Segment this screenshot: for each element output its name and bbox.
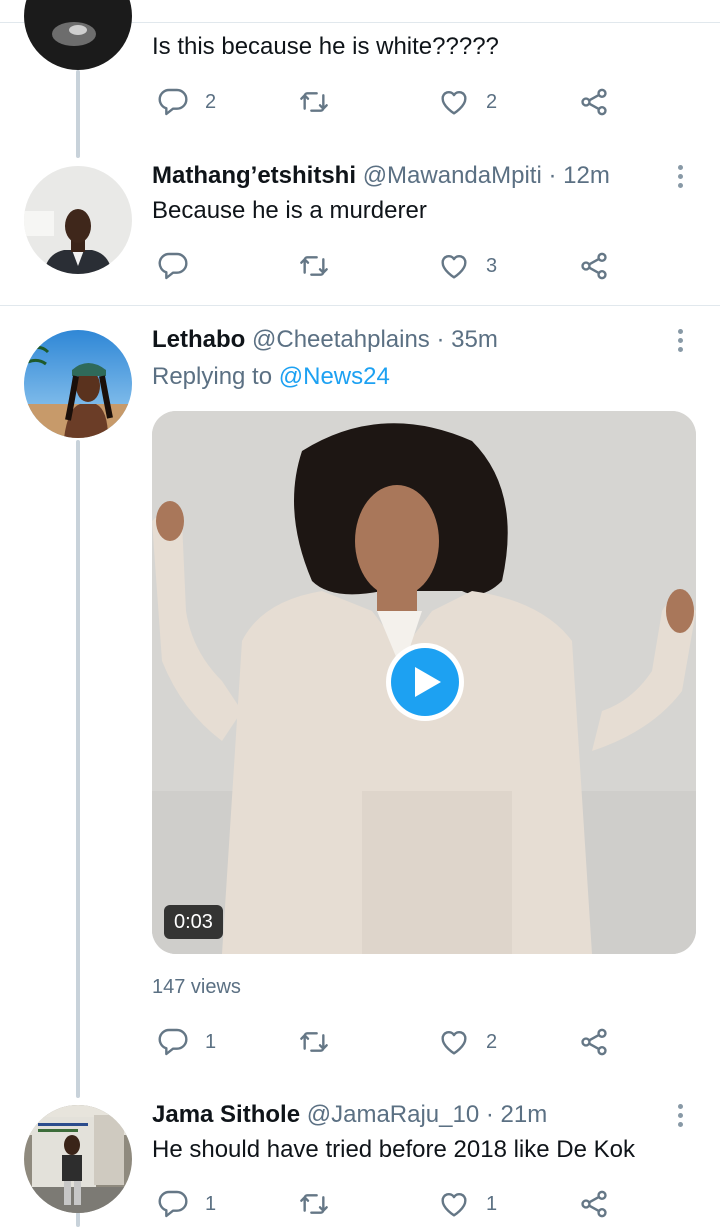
more-options-icon[interactable]: [668, 1100, 692, 1130]
retweet-button[interactable]: [298, 1186, 346, 1222]
retweet-button[interactable]: [298, 84, 346, 120]
more-options-icon[interactable]: [668, 325, 692, 355]
share-icon: [581, 1028, 607, 1056]
reply-button[interactable]: 2: [157, 84, 216, 120]
reply-count: 1: [205, 1193, 217, 1215]
timestamp[interactable]: 12m: [563, 162, 610, 189]
like-button[interactable]: 1: [438, 1186, 497, 1222]
reply-count: 1: [205, 1031, 217, 1053]
share-button[interactable]: [578, 1024, 610, 1060]
tweet-text: Because he is a murderer: [152, 197, 427, 224]
like-icon: [441, 254, 467, 279]
user-name[interactable]: Jama Sithole: [152, 1101, 300, 1128]
tweet-header: Mathang’etshitshi @MawandaMpiti · 12m: [152, 161, 610, 191]
reply-icon: [158, 1028, 188, 1056]
user-name[interactable]: Lethabo: [152, 326, 245, 353]
separator: ·: [548, 162, 557, 189]
retweet-button[interactable]: [298, 248, 346, 284]
like-count: 1: [486, 1193, 498, 1215]
reply-button[interactable]: 1: [157, 1024, 216, 1060]
replying-to-link[interactable]: @News24: [279, 363, 390, 390]
more-options-icon[interactable]: [668, 161, 692, 191]
retweet-icon: [300, 1194, 328, 1214]
user-handle[interactable]: @JamaRaju_10: [307, 1101, 479, 1128]
replying-to: Replying to @News24: [152, 362, 390, 392]
user-handle[interactable]: @MawandaMpiti: [363, 162, 542, 189]
share-icon: [581, 252, 607, 280]
share-button[interactable]: [578, 248, 610, 284]
tweet-divider: [0, 305, 720, 306]
thread-line: [76, 70, 80, 158]
tweet-text: Is this because he is white?????: [152, 33, 499, 60]
replying-prefix: Replying to: [152, 363, 279, 390]
retweet-icon: [300, 92, 328, 112]
avatar[interactable]: [24, 0, 132, 70]
play-button[interactable]: [386, 643, 464, 721]
timestamp[interactable]: 35m: [451, 326, 498, 353]
like-button[interactable]: 2: [438, 1024, 497, 1060]
reply-button[interactable]: 1: [157, 1186, 216, 1222]
retweet-icon: [300, 1032, 328, 1052]
tweet-header: Jama Sithole @JamaRaju_10 · 21m: [152, 1100, 547, 1130]
reply-icon: [158, 88, 188, 116]
like-icon: [441, 1030, 467, 1055]
reply-icon: [158, 1190, 188, 1218]
like-count: 2: [486, 1031, 498, 1053]
video-player[interactable]: 0:03: [152, 411, 696, 954]
avatar[interactable]: [24, 1105, 132, 1213]
video-duration: 0:03: [164, 905, 223, 939]
share-icon: [581, 88, 607, 116]
separator: ·: [485, 1101, 494, 1128]
reply-count: 2: [205, 91, 217, 113]
reply-icon: [158, 252, 188, 280]
like-icon: [441, 1192, 467, 1217]
avatar[interactable]: [24, 330, 132, 438]
retweet-button[interactable]: [298, 1024, 346, 1060]
like-count: 3: [486, 255, 498, 277]
play-icon: [415, 667, 441, 697]
share-icon: [581, 1190, 607, 1218]
avatar[interactable]: [24, 166, 132, 274]
like-icon: [441, 90, 467, 115]
retweet-icon: [300, 256, 328, 276]
reply-button[interactable]: [157, 248, 205, 284]
thread-line: [76, 1212, 80, 1227]
user-handle[interactable]: @Cheetahplains: [252, 326, 430, 353]
user-name[interactable]: Mathang’etshitshi: [152, 162, 356, 189]
tweet-header: Lethabo @Cheetahplains · 35m: [152, 325, 498, 355]
share-button[interactable]: [578, 84, 610, 120]
like-button[interactable]: 3: [438, 248, 497, 284]
tweet-text: He should have tried before 2018 like De…: [152, 1136, 635, 1163]
like-button[interactable]: 2: [438, 84, 497, 120]
view-count: 147 views: [152, 976, 241, 998]
share-button[interactable]: [578, 1186, 610, 1222]
separator: ·: [436, 326, 445, 353]
thread-line: [76, 440, 80, 1098]
like-count: 2: [486, 91, 498, 113]
timestamp[interactable]: 21m: [501, 1101, 548, 1128]
